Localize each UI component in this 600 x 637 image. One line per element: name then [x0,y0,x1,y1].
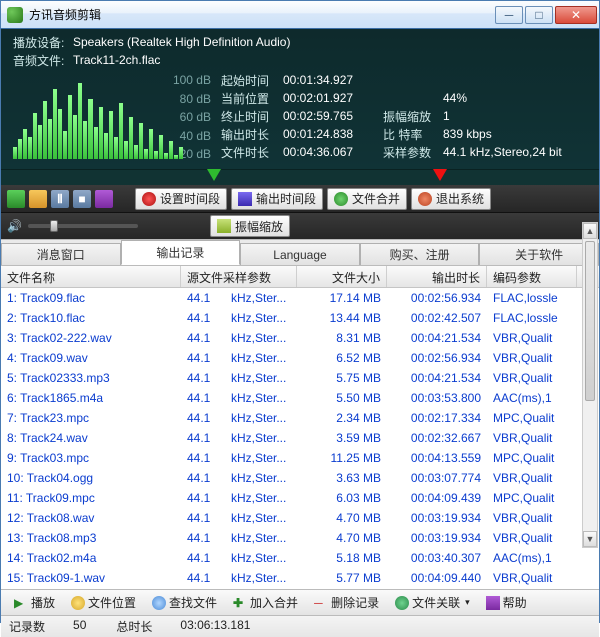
add-merge-button[interactable]: ✚加入合并 [226,591,305,614]
table-row[interactable]: 2: Track10.flac44.1kHz,Ster...13.44 MB00… [1,308,599,328]
tab-output-log[interactable]: 输出记录 [121,240,241,265]
playback-device-value: Speakers (Realtek High Definition Audio) [73,35,290,49]
table-row[interactable]: 15: Track09-1.wav44.1kHz,Ster...5.77 MB0… [1,568,599,588]
playback-device-label: 播放设备: [13,34,73,51]
table-row[interactable]: 13: Track08.mp344.1kHz,Ster...4.70 MB00:… [1,528,599,548]
minimize-button[interactable]: ─ [495,6,523,24]
table-row[interactable]: 1: Track09.flac44.1kHz,Ster...17.14 MB00… [1,288,599,308]
table-row[interactable]: 5: Track02333.mp344.1kHz,Ster...5.75 MB0… [1,368,599,388]
tab-language[interactable]: Language [240,243,360,265]
titlebar: 方讯音频剪辑 ─ □ ✕ [1,1,599,29]
amp-scale-button[interactable]: 振幅缩放 [210,215,290,237]
table-row[interactable]: 3: Track02-222.wav44.1kHz,Ster...8.31 MB… [1,328,599,348]
wave-icon [217,219,231,233]
scroll-thumb[interactable] [585,241,595,401]
table-row[interactable]: 12: Track08.wav44.1kHz,Ster...4.70 MB00:… [1,508,599,528]
merge-icon [334,192,348,206]
file-merge-button[interactable]: 文件合并 [327,188,407,210]
metadata-table: 起始时间00:01:34.927 当前位置00:02:01.92744% 终止时… [221,69,599,169]
link-icon [395,596,409,610]
records-label: 记录数 [9,618,45,635]
window-title: 方讯音频剪辑 [29,6,495,23]
volume-slider[interactable] [28,224,138,228]
file-location-button[interactable]: 文件位置 [64,591,143,614]
records-count: 50 [73,618,86,635]
scroll-down-icon[interactable]: ▼ [583,531,597,547]
maximize-button[interactable]: □ [525,6,553,24]
set-time-range-button[interactable]: 设置时间段 [135,188,227,210]
exit-system-button[interactable]: 退出系统 [411,188,491,210]
exit-icon [418,192,432,206]
audio-file-label: 音频文件: [13,52,73,69]
search-icon [152,596,166,610]
help-icon [486,596,500,610]
tab-purchase[interactable]: 购买、注册 [360,243,480,265]
table-row[interactable]: 9: Track03.mpc44.1kHz,Ster...11.25 MB00:… [1,448,599,468]
col-duration[interactable]: 输出时长 [387,266,487,287]
pause-icon[interactable]: Ⅱ [51,190,69,208]
table-row[interactable]: 14: Track02.m4a44.1kHz,Ster...5.18 MB00:… [1,548,599,568]
col-encoder[interactable]: 编码参数 [487,266,577,287]
audio-file-value: Track11-2ch.flac [73,53,160,67]
speaker-icon: 🔊 [7,219,22,233]
stop-icon[interactable]: ■ [73,190,91,208]
open-folder-icon[interactable] [29,190,47,208]
table-row[interactable]: 11: Track09.mpc44.1kHz,Ster...6.03 MB00:… [1,488,599,508]
magnifier-icon [71,596,85,610]
total-duration-label: 总时长 [116,618,152,635]
tab-messages[interactable]: 消息窗口 [1,243,121,265]
spectrum-visualizer: 100 dB 80 dB 60 dB 40 dB 20 dB [11,73,211,169]
volume-control[interactable]: 🔊 [7,219,138,233]
secondary-toolbar: 🔊 振幅缩放 [1,213,599,239]
clock-icon [142,192,156,206]
volume-thumb[interactable] [50,220,58,232]
start-marker-icon[interactable] [207,169,221,181]
play-icon[interactable] [7,190,25,208]
find-file-button[interactable]: 查找文件 [145,591,224,614]
main-toolbar: Ⅱ ■ 设置时间段 输出时间段 文件合并 退出系统 [1,185,599,213]
total-duration: 03:06:13.181 [180,618,250,635]
vertical-scrollbar[interactable]: ▲ ▼ [582,222,598,548]
table-row[interactable]: 7: Track23.mpc44.1kHz,Ster...2.34 MB00:0… [1,408,599,428]
output-time-range-button[interactable]: 输出时间段 [231,188,323,210]
info-panel: 播放设备: Speakers (Realtek High Definition … [1,29,599,185]
col-filename[interactable]: 文件名称 [1,266,181,287]
tab-bar: 消息窗口 输出记录 Language 购买、注册 关于软件 [1,239,599,265]
close-button[interactable]: ✕ [555,6,597,24]
table-header: 文件名称 源文件采样参数 文件大小 输出时长 编码参数 [1,266,599,288]
delete-record-button[interactable]: ─删除记录 [307,591,386,614]
status-bar: 记录数 50 总时长 03:06:13.181 [1,615,599,637]
output-table: 文件名称 源文件采样参数 文件大小 输出时长 编码参数 1: Track09.f… [1,265,599,589]
table-row[interactable]: 10: Track04.ogg44.1kHz,Ster...3.63 MB00:… [1,468,599,488]
play-button[interactable]: ▶播放 [7,591,62,614]
save-icon [238,192,252,206]
scroll-up-icon[interactable]: ▲ [583,223,597,239]
table-row[interactable]: 6: Track1865.m4a44.1kHz,Ster...5.50 MB00… [1,388,599,408]
bottom-toolbar: ▶播放 文件位置 查找文件 ✚加入合并 ─删除记录 文件关联▾ 帮助 [1,589,599,615]
file-assoc-button[interactable]: 文件关联▾ [388,591,477,614]
book-icon[interactable] [95,190,113,208]
table-row[interactable]: 4: Track09.wav44.1kHz,Ster...6.52 MB00:0… [1,348,599,368]
col-size[interactable]: 文件大小 [297,266,387,287]
table-row[interactable]: 8: Track24.wav44.1kHz,Ster...3.59 MB00:0… [1,428,599,448]
col-sample[interactable]: 源文件采样参数 [181,266,297,287]
end-marker-icon[interactable] [433,169,447,181]
seek-bar[interactable] [1,169,599,185]
app-icon [7,7,23,23]
help-button[interactable]: 帮助 [479,591,534,614]
